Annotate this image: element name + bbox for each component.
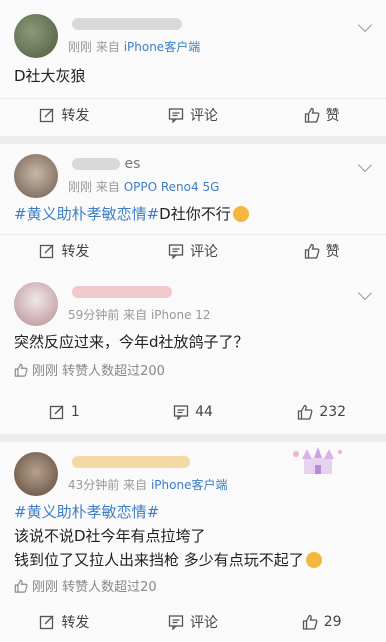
- source-prefix: 来自: [123, 308, 148, 322]
- comment-meta: 刚刚 来自 iPhone客户端: [68, 38, 200, 55]
- repost-button[interactable]: 转发: [0, 233, 129, 269]
- hashtag-link[interactable]: #黄义助朴孝敏恋情#: [14, 205, 159, 223]
- repost-icon: [40, 244, 54, 259]
- like-count: 29: [323, 614, 342, 630]
- comment-text: #黄义助朴孝敏恋情#D社你不行: [14, 202, 372, 226]
- comment-meta: 59分钟前 来自 iPhone 12: [68, 306, 211, 323]
- repost-button[interactable]: 转发: [0, 97, 129, 133]
- like-button[interactable]: 232: [257, 394, 386, 430]
- comment-button[interactable]: 评论: [129, 604, 258, 640]
- like-button[interactable]: 赞: [257, 97, 386, 133]
- like-label: 赞: [325, 244, 340, 260]
- like-stat: 刚刚 转赞人数超过200: [14, 360, 165, 379]
- avatar[interactable]: [14, 14, 58, 58]
- comment-line: 该说不说D社今年有点拉垮了: [14, 527, 206, 545]
- source-client[interactable]: OPPO Reno4 5G: [124, 180, 220, 194]
- comment-button[interactable]: 评论: [129, 97, 258, 133]
- comment-label: 评论: [190, 244, 218, 260]
- comment-text: D社大灰狼: [14, 67, 86, 85]
- blurred-name: [72, 456, 190, 468]
- comment-label: 评论: [190, 108, 218, 124]
- thumbs-up-icon: [14, 579, 28, 593]
- action-bar: 转发 评论 29: [0, 604, 386, 640]
- source-prefix: 来自: [95, 40, 120, 54]
- source-client[interactable]: iPhone客户端: [151, 478, 228, 492]
- comment-time: 43分钟前: [68, 478, 120, 492]
- comment-count: 44: [195, 404, 213, 420]
- chevron-down-icon[interactable]: [357, 157, 373, 173]
- thumbs-up-icon: [302, 614, 318, 630]
- like-stat-text: 刚刚 转赞人数超过200: [32, 364, 165, 379]
- source-prefix: 来自: [123, 478, 148, 492]
- comment-time: 59分钟前: [68, 308, 120, 322]
- comment-icon: [168, 615, 184, 630]
- repost-icon: [49, 405, 64, 420]
- chevron-down-icon[interactable]: [357, 285, 373, 301]
- repost-icon: [40, 615, 54, 630]
- like-stat-text: 刚刚 转赞人数超过20: [32, 580, 157, 595]
- like-button[interactable]: 29: [257, 604, 386, 640]
- comment-icon: [168, 108, 184, 123]
- username[interactable]: [68, 16, 182, 32]
- comment-card: 刚刚 来自 iPhone客户端 D社大灰狼 转发 评论 赞: [0, 0, 386, 136]
- comment-label: 评论: [190, 615, 218, 631]
- blurred-name: [72, 18, 182, 30]
- hashtag-link[interactable]: #黄义助朴孝敏恋情#: [14, 500, 372, 524]
- like-stat: 刚刚 转赞人数超过20: [14, 576, 157, 595]
- repost-button[interactable]: 1: [0, 394, 129, 430]
- comment-button[interactable]: 44: [129, 394, 258, 430]
- source-client[interactable]: iPhone 12: [151, 308, 211, 322]
- castle-badge-icon: [293, 447, 342, 474]
- thumbs-up-icon: [14, 363, 28, 377]
- chevron-down-icon[interactable]: [357, 17, 373, 33]
- comment-time: 刚刚: [68, 180, 93, 194]
- like-count: 232: [319, 404, 347, 420]
- repost-label: 转发: [61, 108, 90, 124]
- comment-card: 43分钟前 来自 iPhone客户端 #黄义助朴孝敏恋情# 该说不说D社今年有点…: [0, 442, 386, 642]
- like-label: 赞: [325, 108, 340, 124]
- repost-button[interactable]: 转发: [0, 604, 129, 640]
- thumbs-up-icon: [304, 107, 320, 123]
- comment-line-text: 钱到位了又拉人出来挡枪 多少有点玩不起了: [14, 551, 304, 569]
- comment-card: es 刚刚 来自 OPPO Reno4 5G #黄义助朴孝敏恋情#D社你不行 转…: [0, 144, 386, 272]
- repost-label: 转发: [61, 244, 90, 260]
- avatar[interactable]: [14, 282, 58, 326]
- comment-time: 刚刚: [68, 40, 93, 54]
- comment-text: 突然反应过来，今年d社放鸽子了？: [14, 333, 249, 351]
- comment-icon: [173, 405, 189, 420]
- repost-label: 转发: [61, 615, 90, 631]
- source-prefix: 来自: [95, 180, 120, 194]
- username[interactable]: [68, 284, 172, 300]
- username[interactable]: [68, 454, 190, 470]
- username[interactable]: es: [68, 156, 140, 172]
- comment-line: 钱到位了又拉人出来挡枪 多少有点玩不起了: [14, 548, 372, 572]
- comment-meta: 43分钟前 来自 iPhone客户端: [68, 476, 227, 493]
- thumbs-up-icon: [304, 243, 320, 259]
- comment-meta: 刚刚 来自 OPPO Reno4 5G: [68, 178, 219, 195]
- action-bar: 1 44 232: [0, 394, 386, 430]
- emoji-icon: [232, 206, 249, 222]
- avatar[interactable]: [14, 452, 58, 496]
- action-bar: 转发 评论 赞: [0, 97, 386, 133]
- like-button[interactable]: 赞: [257, 233, 386, 269]
- blurred-name: [72, 286, 172, 298]
- comment-body: D社你不行: [159, 205, 231, 223]
- action-bar: 转发 评论 赞: [0, 233, 386, 269]
- thumbs-up-icon: [298, 404, 313, 420]
- comment-icon: [168, 244, 184, 259]
- blurred-name: [72, 158, 120, 170]
- repost-count: 1: [70, 404, 80, 420]
- comment-button[interactable]: 评论: [129, 233, 258, 269]
- avatar[interactable]: [14, 154, 58, 198]
- username-text: es: [124, 156, 141, 172]
- source-client[interactable]: iPhone客户端: [124, 40, 201, 54]
- comment-card: 59分钟前 来自 iPhone 12 突然反应过来，今年d社放鸽子了？ 刚刚 转…: [0, 272, 386, 434]
- repost-icon: [40, 108, 54, 123]
- comment-text: #黄义助朴孝敏恋情# 该说不说D社今年有点拉垮了 钱到位了又拉人出来挡枪 多少有…: [14, 500, 372, 572]
- emoji-icon: [305, 552, 322, 568]
